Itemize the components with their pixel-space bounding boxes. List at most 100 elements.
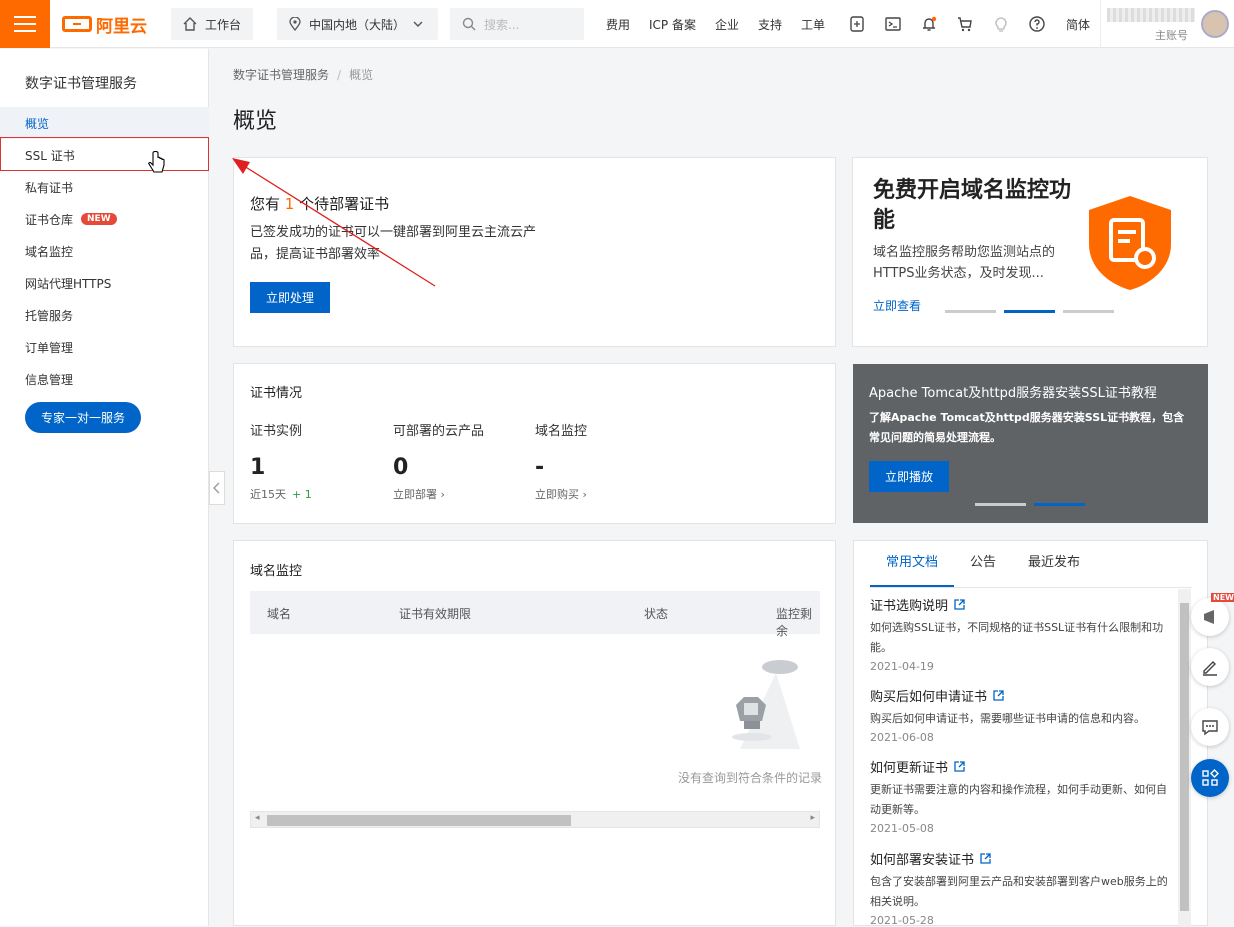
edit-icon xyxy=(1203,661,1217,676)
apps-grid-icon xyxy=(1202,769,1219,786)
tutorial-carousel-dots[interactable] xyxy=(975,503,1085,506)
doc-item[interactable]: 购买后如何申请证书 购买后如何申请证书，需要哪些证书申请的信息和内容。 2021… xyxy=(870,686,1175,744)
new-badge: NEW xyxy=(1211,593,1234,602)
sidebar-collapse-handle[interactable] xyxy=(209,471,225,505)
empty-state-illustration xyxy=(732,660,800,749)
horn-icon xyxy=(1204,610,1214,624)
tutorial-title: Apache Tomcat及httpd服务器安装SSL证书教程 xyxy=(869,386,1157,401)
sidebar-item-label: 托管服务 xyxy=(25,308,74,323)
bulb-icon[interactable] xyxy=(992,15,1010,33)
bell-icon[interactable] xyxy=(920,15,938,33)
top-bar: 阿里云 工作台 中国内地（大陆） 搜索... 费用 ICP 备案 企业 支持 工… xyxy=(0,0,1234,48)
chevron-right-icon: › xyxy=(582,488,587,501)
cert-status-card: 证书情况 证书实例 1 近15天 + 1 可部署的云产品 0 立即部署 › 域名监… xyxy=(233,363,836,524)
tab-announcements[interactable]: 公告 xyxy=(954,555,1012,587)
float-chat-button[interactable] xyxy=(1191,708,1229,746)
logo-text: 阿里云 xyxy=(96,16,147,37)
hand-cursor-icon xyxy=(148,151,165,173)
nav-support[interactable]: 支持 xyxy=(758,16,782,33)
nav-cost[interactable]: 费用 xyxy=(606,16,630,33)
breadcrumb-current: 概览 xyxy=(349,68,374,82)
float-edit-button[interactable] xyxy=(1191,648,1229,686)
doc-title[interactable]: 如何部署安装证书 xyxy=(870,849,974,868)
chat-icon xyxy=(1202,720,1218,736)
expert-service-button[interactable]: 专家一对一服务 xyxy=(25,402,141,433)
sidebar: 数字证书管理服务 概览 SSL 证书 私有证书 证书仓库 NEW 域名监控 网站代… xyxy=(0,49,209,926)
external-link-icon xyxy=(954,761,965,772)
workbench-button[interactable]: 工作台 xyxy=(171,8,253,40)
certificate-shield-icon xyxy=(1089,196,1171,290)
sidebar-item-info[interactable]: 信息管理 xyxy=(0,363,209,395)
sidebar-item-proxy-https[interactable]: 网站代理HTTPS xyxy=(0,267,209,299)
promo-title: 免费开启域名监控功能 xyxy=(873,178,1072,233)
doc-title[interactable]: 购买后如何申请证书 xyxy=(870,686,987,705)
cert-status-title: 证书情况 xyxy=(250,386,303,401)
stat-value: 0 xyxy=(393,455,409,480)
doc-title[interactable]: 证书选购说明 xyxy=(870,595,948,614)
aliyun-logo[interactable]: 阿里云 xyxy=(62,12,147,37)
external-link-icon xyxy=(993,690,1004,701)
cart-icon[interactable] xyxy=(956,15,974,33)
help-icon[interactable] xyxy=(1028,15,1046,33)
top-nav: 费用 ICP 备案 企业 支持 工单 xyxy=(606,0,844,48)
scroll-left-icon[interactable]: ◂ xyxy=(255,813,260,823)
chevron-right-icon: › xyxy=(440,488,445,501)
account-name-blurred xyxy=(1107,8,1195,22)
doc-item[interactable]: 如何更新证书 更新证书需要注意的内容和操作流程，如何手动更新、如何自动更新等。 … xyxy=(870,757,1175,835)
tab-common-docs[interactable]: 常用文档 xyxy=(870,555,955,587)
promo-view-link[interactable]: 立即查看 xyxy=(873,297,921,314)
stat-value: - xyxy=(535,455,545,480)
vertical-scrollbar[interactable] xyxy=(1178,589,1191,927)
deploy-now-link[interactable]: 立即部署 › xyxy=(393,486,484,502)
tutorial-card: Apache Tomcat及httpd服务器安装SSL证书教程 了解Apache… xyxy=(853,364,1208,523)
stat-cloud-products: 可部署的云产品 0 立即部署 › xyxy=(393,420,484,502)
sidebar-item-overview[interactable]: 概览 xyxy=(0,107,209,139)
highlight-box xyxy=(0,137,209,171)
account-menu[interactable]: 主账号 xyxy=(1100,0,1234,48)
doc-item[interactable]: 证书选购说明 如何选购SSL证书，不同规格的证书SSL证书有什么限制和功能。 2… xyxy=(870,595,1175,673)
play-now-button[interactable]: 立即播放 xyxy=(869,461,949,492)
docs-tabs: 常用文档 公告 最近发布 xyxy=(870,555,1096,587)
scroll-thumb[interactable] xyxy=(267,815,571,826)
sidebar-item-private-cert[interactable]: 私有证书 xyxy=(0,171,209,203)
col-validity: 证书有效期限 xyxy=(399,607,472,621)
sidebar-item-orders[interactable]: 订单管理 xyxy=(0,331,209,363)
doc-desc: 包含了安装部署到阿里云产品和安装部署到客户web服务上的相关说明。 xyxy=(870,875,1168,908)
menu-button[interactable] xyxy=(0,0,50,48)
sidebar-item-label: 概览 xyxy=(25,116,50,131)
lang-switch[interactable]: 简体 xyxy=(1066,16,1090,33)
nav-icp[interactable]: ICP 备案 xyxy=(649,16,696,33)
col-remaining: 监控剩余 xyxy=(776,607,813,638)
scroll-thumb[interactable] xyxy=(1180,603,1189,911)
sidebar-item-hosting[interactable]: 托管服务 xyxy=(0,299,209,331)
sidebar-item-cert-repo[interactable]: 证书仓库 NEW xyxy=(0,203,209,235)
region-label: 中国内地（大陆） xyxy=(309,17,406,32)
terminal-icon[interactable] xyxy=(884,15,902,33)
nav-enterprise[interactable]: 企业 xyxy=(715,16,739,33)
scroll-right-icon[interactable]: ▸ xyxy=(810,813,815,823)
float-feature-button[interactable] xyxy=(1191,598,1229,636)
stat-domain-monitor: 域名监控 - 立即购买 › xyxy=(535,420,587,502)
breadcrumb-root[interactable]: 数字证书管理服务 xyxy=(233,68,329,82)
home-icon xyxy=(183,17,197,31)
tab-recent[interactable]: 最近发布 xyxy=(1012,555,1096,587)
avatar[interactable] xyxy=(1201,10,1229,38)
account-sub-label: 主账号 xyxy=(1155,29,1188,42)
col-status: 状态 xyxy=(644,607,669,621)
doc-item[interactable]: 如何部署安装证书 包含了安装部署到阿里云产品和安装部署到客户web服务上的相关说… xyxy=(870,849,1175,927)
tutorial-desc: 了解Apache Tomcat及httpd服务器安装SSL证书教程，包含常见问题… xyxy=(869,411,1185,444)
buy-now-link[interactable]: 立即购买 › xyxy=(535,486,587,502)
stat-label: 证书实例 xyxy=(250,424,303,439)
sidebar-item-domain-monitor[interactable]: 域名监控 xyxy=(0,235,209,267)
annotation-arrow xyxy=(232,158,436,287)
horizontal-scrollbar[interactable]: ◂ ▸ xyxy=(250,811,820,828)
search-input[interactable]: 搜索... xyxy=(450,8,584,40)
region-select[interactable]: 中国内地（大陆） xyxy=(277,8,438,40)
table-header: 域名 证书有效期限 状态 监控剩余 xyxy=(250,591,820,638)
nav-ticket[interactable]: 工单 xyxy=(801,16,825,33)
app-icon[interactable] xyxy=(848,15,866,33)
doc-date: 2021-05-08 xyxy=(870,822,934,835)
promo-carousel-dots[interactable] xyxy=(945,310,1114,313)
doc-title[interactable]: 如何更新证书 xyxy=(870,757,948,776)
float-apps-button[interactable] xyxy=(1191,759,1229,797)
